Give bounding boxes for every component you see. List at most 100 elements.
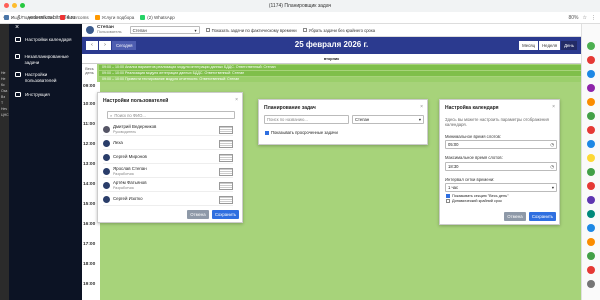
- sidebar-item-calendar-settings[interactable]: Настройки календаря: [15, 37, 71, 43]
- avatar: [103, 154, 110, 161]
- browser-side-panel: [581, 24, 600, 300]
- extension-icon[interactable]: [587, 266, 595, 274]
- max-slot-input[interactable]: 18:30 ◷: [445, 162, 557, 171]
- avatar: [86, 26, 94, 34]
- user-row[interactable]: Леха: [103, 138, 233, 150]
- tab-day[interactable]: День: [561, 41, 577, 50]
- user-toggle[interactable]: [219, 196, 233, 204]
- bookmark[interactable]: Domrcoms: [59, 15, 89, 20]
- save-button[interactable]: Сохранить: [212, 210, 239, 219]
- cancel-button[interactable]: Отмена: [504, 212, 526, 221]
- task-search-input[interactable]: Поиск по названию...: [264, 115, 349, 124]
- avatar: [103, 196, 110, 203]
- extension-icon[interactable]: [587, 70, 595, 78]
- min-slot-input[interactable]: 05:00 ◷: [445, 140, 557, 149]
- bookmark[interactable]: Услуги подбора: [94, 15, 134, 20]
- extension-icon[interactable]: [587, 112, 595, 120]
- close-icon[interactable]: ×: [420, 104, 423, 110]
- extension-icon[interactable]: [587, 126, 595, 134]
- user-row[interactable]: Сергей Изотко: [103, 194, 233, 206]
- avatar: [103, 168, 110, 175]
- sidebar-item-label: Настройки календаря: [25, 37, 72, 42]
- all-day-checkbox[interactable]: Показывать секцию "Весь день": [446, 194, 508, 198]
- fact-time-checkbox[interactable]: Показать задачи по фактическому времени: [205, 28, 297, 33]
- tab-week[interactable]: Неделя: [539, 41, 561, 50]
- clock-icon: ◷: [550, 164, 554, 169]
- extension-icon[interactable]: [587, 182, 595, 190]
- extension-icon[interactable]: [587, 210, 595, 218]
- calendar-toolbar: Степан Пользователь Степан ▾ Показать за…: [82, 24, 581, 37]
- star-icon[interactable]: ☆: [583, 15, 587, 21]
- date-navigation: ‹ › Сегодня 25 февраля 2026 г. Месяц Нед…: [82, 37, 581, 54]
- close-icon[interactable]: ×: [235, 97, 238, 103]
- hour-label: 10:00: [83, 102, 96, 107]
- strip-item[interactable]: ЦНС: [0, 112, 9, 118]
- save-button[interactable]: Сохранить: [529, 212, 556, 221]
- extension-icon[interactable]: [587, 154, 595, 162]
- extension-icon[interactable]: [587, 98, 595, 106]
- hour-label: 09:00: [83, 84, 96, 89]
- sidebar-item-label: Незапланированные задачи: [24, 54, 69, 65]
- tab-month[interactable]: Месяц: [519, 41, 539, 50]
- user-row[interactable]: Дмитрий Ведерников Руководитель: [103, 124, 233, 136]
- planning-user-select[interactable]: Степан ▾: [352, 115, 424, 124]
- browser-actions: 80% ☆ ⋮: [569, 12, 597, 24]
- user-toggle[interactable]: [219, 182, 233, 190]
- clock-icon: ◷: [550, 142, 554, 147]
- bookmark[interactable]: Ищу Подключить ВК: [4, 15, 54, 20]
- hour-label: 15:00: [83, 202, 96, 207]
- dynamic-deadline-checkbox[interactable]: Динамический крайний срок: [446, 199, 502, 203]
- no-deadline-checkbox[interactable]: Убрать задачи без крайнего срока: [302, 28, 375, 33]
- calendar-settings-panel: Настройка календаря × Здесь вы можете на…: [439, 99, 560, 225]
- hour-label: 12:00: [83, 142, 96, 147]
- sidebar-item-unplanned[interactable]: Незапланированные задачи: [15, 54, 77, 65]
- user-search-input[interactable]: ⌕ Поиск по ФИО...: [107, 111, 235, 119]
- overdue-checkbox[interactable]: Показывать просроченные задачи: [265, 130, 338, 135]
- page-title: (1174) Планировщик задач: [268, 3, 332, 9]
- chevron-down-icon: ▾: [418, 117, 421, 122]
- event[interactable]: 09:00 – 10:00 Анализ вариантов реализаци…: [99, 65, 581, 70]
- extension-icon[interactable]: [587, 140, 595, 148]
- user-row[interactable]: Артём Фатьянов Разработчик: [103, 180, 233, 192]
- user-toggle[interactable]: [219, 168, 233, 176]
- avatar: [103, 140, 110, 147]
- all-day-label: Весь день: [82, 64, 97, 82]
- interval-select[interactable]: 1 час ▾: [445, 183, 557, 192]
- user-row[interactable]: Ярослав Степан Разработчик: [103, 166, 233, 178]
- user-toggle[interactable]: [219, 154, 233, 162]
- user-toggle[interactable]: [219, 126, 233, 134]
- event[interactable]: 09:00 – 10:00 Реализация модуля интеграц…: [99, 71, 581, 76]
- checkbox-checked-icon: [265, 130, 269, 135]
- user-row[interactable]: Сергей Миронов: [103, 152, 233, 164]
- user-select[interactable]: Степан ▾: [129, 26, 200, 34]
- extension-icon[interactable]: [587, 224, 595, 232]
- extension-icon[interactable]: [587, 84, 595, 92]
- avatar: [103, 126, 110, 133]
- extension-icon[interactable]: [587, 168, 595, 176]
- hour-label: 17:00: [83, 242, 96, 247]
- calendar-icon: [15, 37, 21, 42]
- extension-icon[interactable]: [587, 196, 595, 204]
- event[interactable]: 09:00 – 10:00 Провести тестирование моду…: [99, 77, 581, 82]
- list-icon: [15, 54, 21, 59]
- close-icon[interactable]: ×: [15, 24, 19, 31]
- sidebar-item-instructions[interactable]: Инструкция: [15, 92, 50, 98]
- users-icon: [15, 72, 21, 77]
- extension-icon[interactable]: [587, 252, 595, 260]
- checkbox-icon: [302, 28, 307, 32]
- bookmark[interactable]: (2) WhatsApp: [140, 15, 175, 20]
- user-toggle[interactable]: [219, 140, 233, 148]
- zoom-level[interactable]: 80%: [569, 15, 579, 21]
- extension-icon[interactable]: [587, 42, 595, 50]
- sidebar-item-user-settings[interactable]: Настройки пользователей: [15, 72, 77, 83]
- close-icon[interactable]: ×: [552, 104, 555, 110]
- cancel-button[interactable]: Отмена: [187, 210, 209, 219]
- search-icon: ⌕: [110, 112, 113, 118]
- menu-icon[interactable]: ⋮: [591, 15, 596, 21]
- settings-icon[interactable]: [587, 280, 595, 288]
- extension-icon[interactable]: [587, 56, 595, 64]
- hour-label: 19:00: [83, 282, 96, 287]
- panel-description: Здесь вы можете настроить параметры отоб…: [445, 117, 549, 127]
- extension-icon[interactable]: [587, 238, 595, 246]
- hour-label: 16:00: [83, 222, 96, 227]
